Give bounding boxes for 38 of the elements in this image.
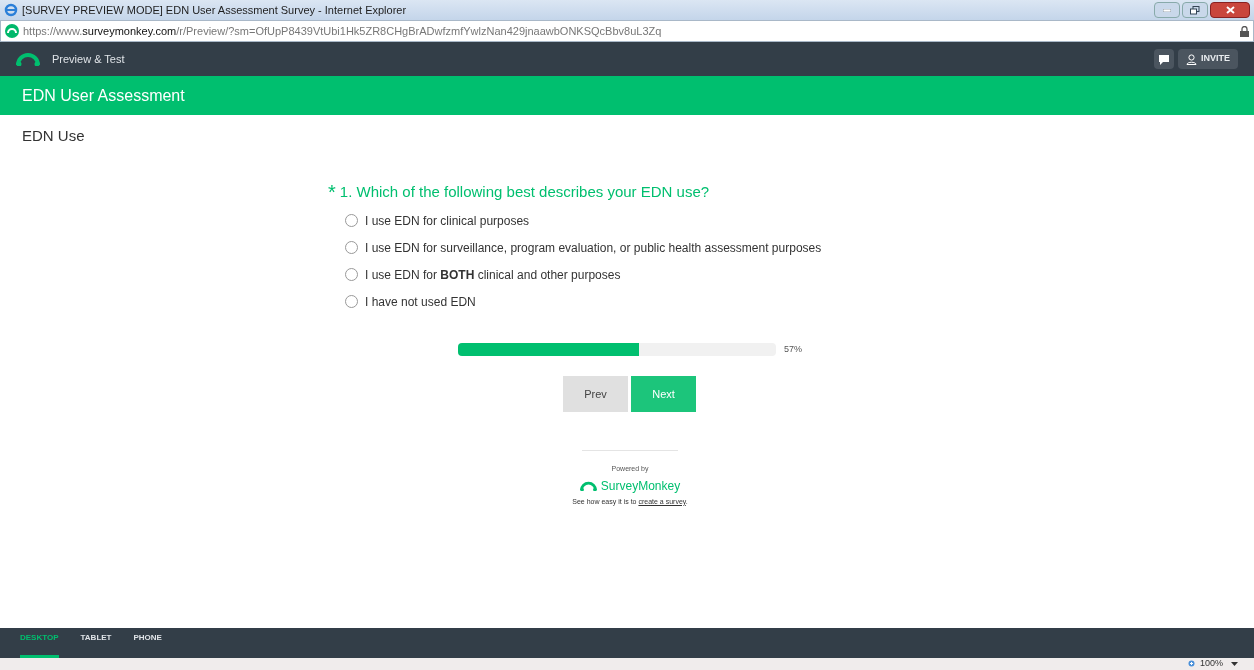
page-title: EDN Use — [22, 127, 85, 144]
restore-button[interactable] — [1182, 2, 1208, 18]
logo-icon — [579, 480, 597, 491]
close-button[interactable] — [1210, 2, 1250, 18]
device-tab[interactable]: TABLET — [80, 628, 112, 658]
radio-button[interactable] — [345, 268, 358, 281]
browser-icon — [4, 3, 18, 17]
person-icon — [1186, 53, 1197, 65]
minimize-icon — [1163, 8, 1171, 12]
brand-name: SurveyMonkey — [600, 477, 681, 495]
dropdown-caret-icon[interactable] — [1231, 662, 1238, 666]
option-label[interactable]: I use EDN for surveillance, program evaluation, or public health assessment purposes — [365, 238, 822, 257]
option-label[interactable]: I have not used EDN — [365, 292, 476, 311]
survey-title: EDN User Assessment — [22, 85, 185, 106]
address-bar[interactable]: https://www.surveymonkey.com/r/Preview/?sm=OfUpP8439VtUbi1Hk5ZR8CHgBrADwfzmfYwlzNan429jnaawbONKSQcBbv8uL3Zq — [0, 20, 1254, 42]
window-title: [SURVEY PREVIEW MODE] EDN User Assessment Survey - Internet Explorer — [22, 2, 407, 18]
option-label[interactable]: I use EDN for BOTH clinical and other purposes — [365, 265, 621, 284]
lock-icon — [1240, 25, 1249, 37]
logo-icon — [16, 52, 40, 66]
question-text: 1. Which of the following best describes your EDN use? — [339, 182, 710, 202]
site-icon — [5, 24, 19, 38]
speech-bubble-icon — [1158, 53, 1170, 65]
option-label[interactable]: I use EDN for clinical purposes — [365, 211, 530, 230]
invite-button[interactable]: INVITE — [1178, 49, 1238, 69]
prev-button[interactable]: Prev — [563, 376, 628, 412]
radio-button[interactable] — [345, 295, 358, 308]
zoom-icon — [1187, 660, 1196, 668]
comment-button[interactable] — [1154, 49, 1174, 69]
close-icon — [1225, 6, 1235, 14]
radio-button[interactable] — [345, 241, 358, 254]
progress-reading: 57% — [784, 342, 802, 356]
radio-button[interactable] — [345, 214, 358, 227]
restore-icon — [1190, 5, 1200, 15]
toolbar-title: Preview & Test — [52, 51, 125, 67]
zoom-level[interactable]: 100% — [1199, 657, 1223, 670]
required-mark: * — [328, 182, 336, 203]
url-text: https://www.surveymonkey.com/r/Preview/?sm=OfUpP8439VtUbi1Hk5ZR8CHgBrADwfzmfYwlzNan429jnaawbONKSQcBbv8uL3Zq — [23, 23, 662, 39]
device-tab[interactable]: PHONE — [133, 628, 162, 658]
